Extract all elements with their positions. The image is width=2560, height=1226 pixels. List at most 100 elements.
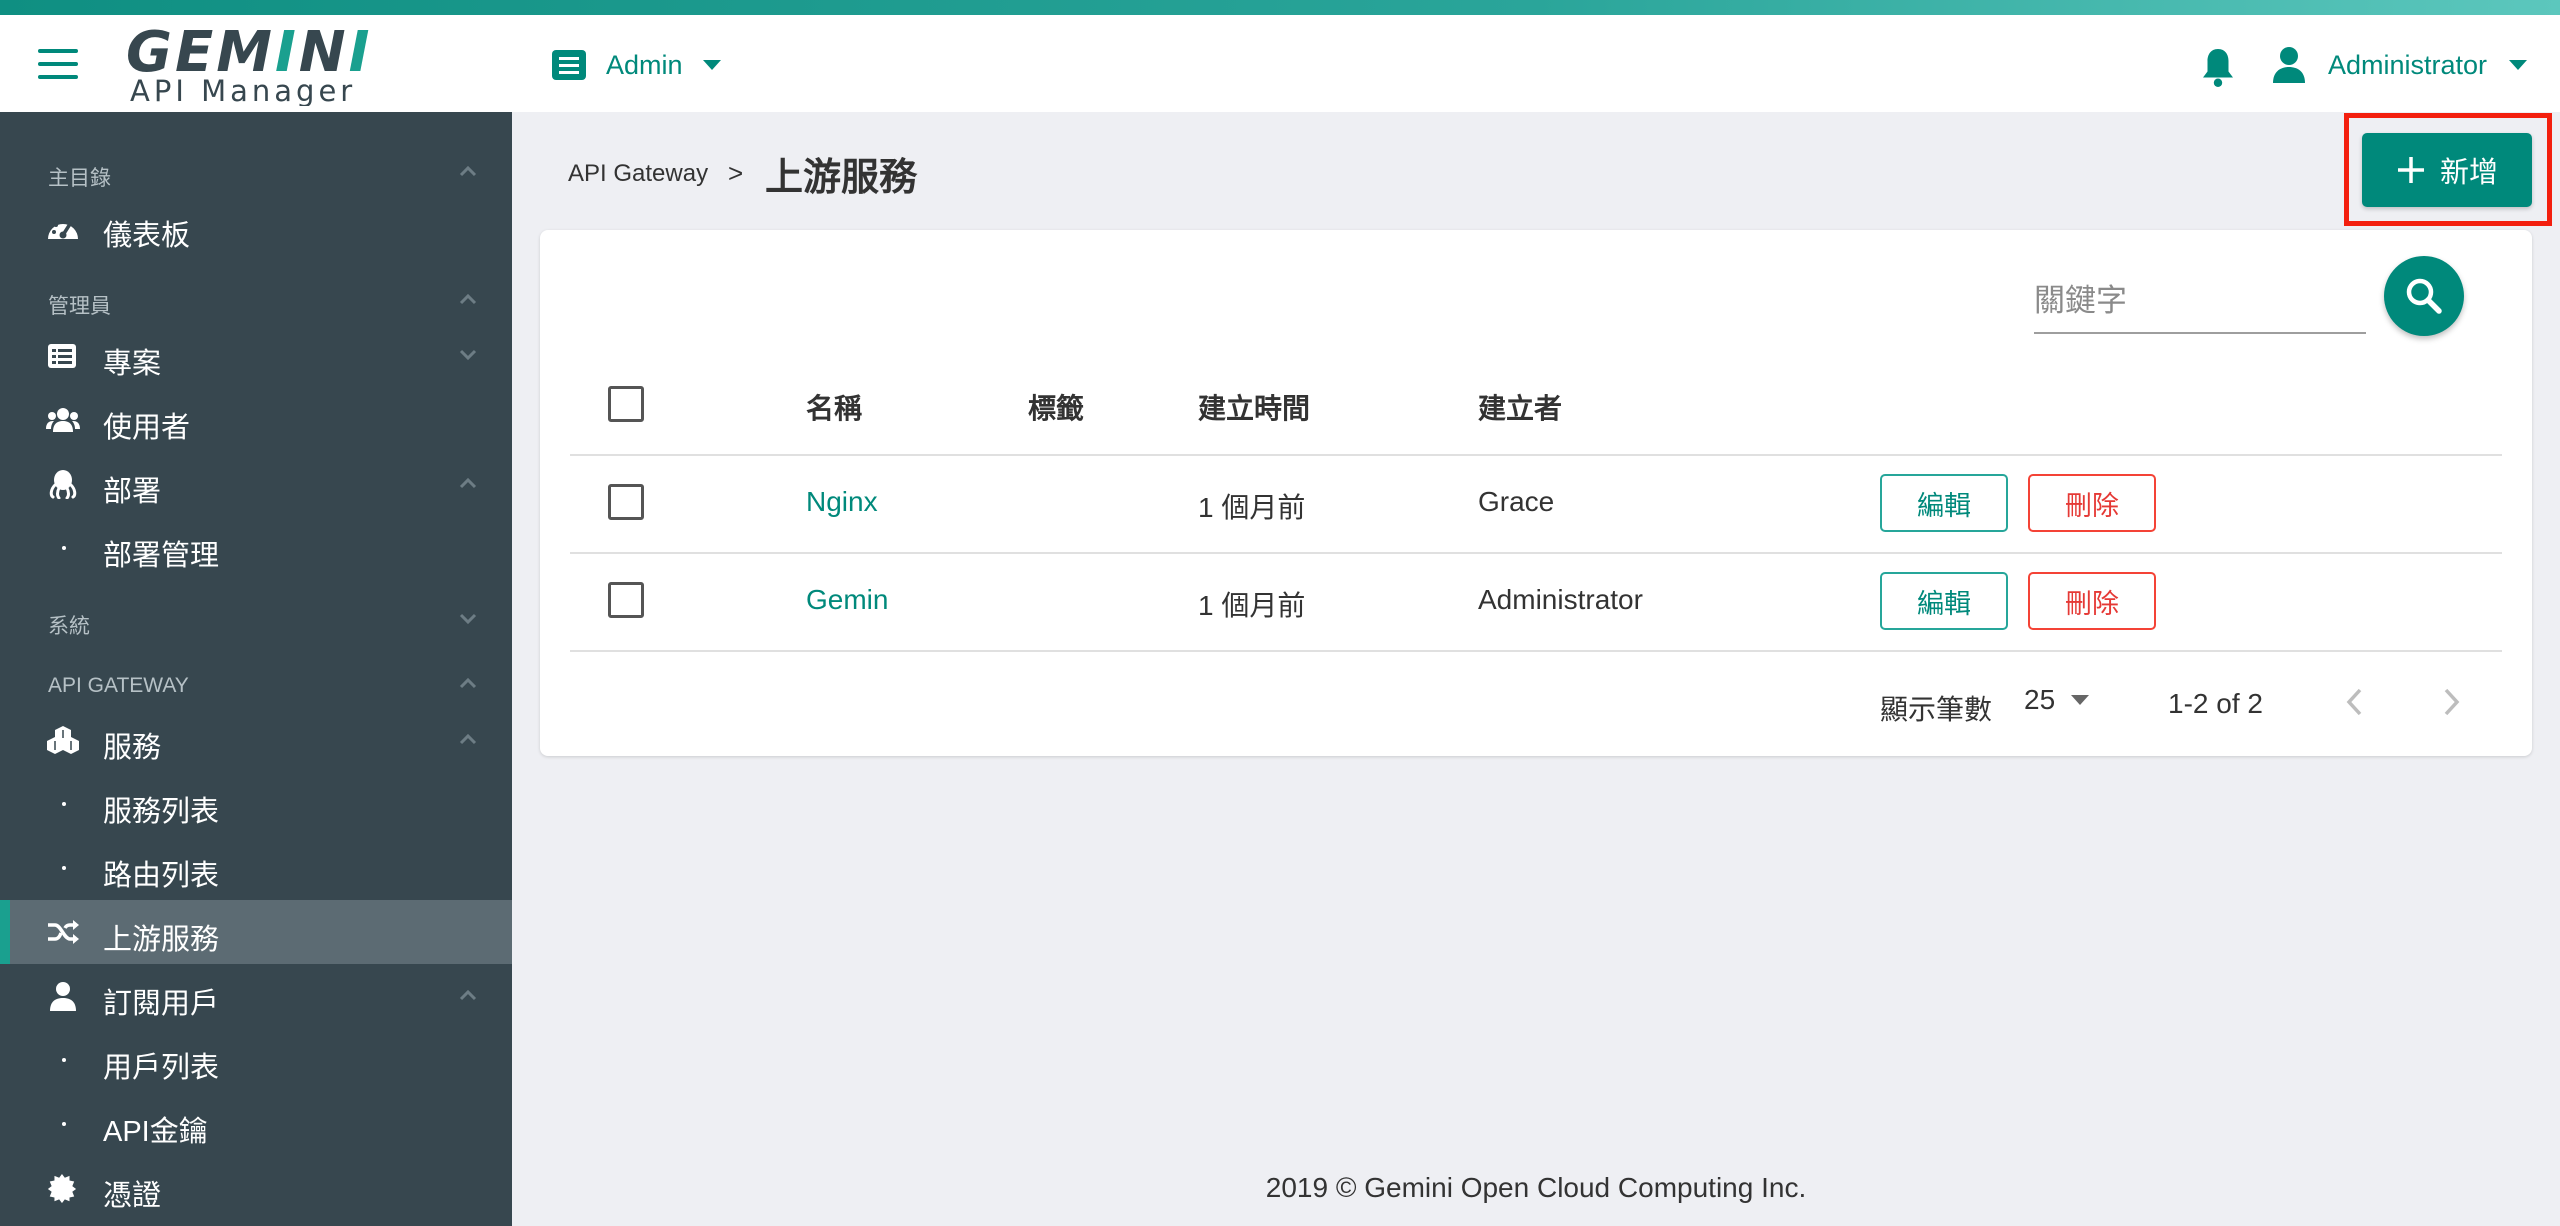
rows-per-page-label: 顯示筆數 xyxy=(1880,694,1993,725)
sidebar-item-label: 服務 xyxy=(103,732,162,764)
sidebar-item-dashboard[interactable]: 儀表板 xyxy=(0,196,512,260)
bullet-icon xyxy=(62,1058,66,1062)
app-logo[interactable]: GEMINI API Manager xyxy=(122,21,372,106)
sidebar-item-services[interactable]: 服務 xyxy=(0,708,512,772)
user-icon xyxy=(2273,47,2305,83)
chevron-down-icon xyxy=(459,349,477,361)
search-button[interactable] xyxy=(2384,256,2464,336)
user-icon xyxy=(50,982,76,1011)
plus-icon xyxy=(2397,157,2424,183)
sidebar-item-label: 部署 xyxy=(103,476,162,508)
breadcrumb-parent[interactable]: API Gateway xyxy=(568,160,708,188)
row-creator: Grace xyxy=(1478,486,1555,517)
bullet-icon xyxy=(62,1122,66,1126)
sidebar-item-subscriber-list[interactable]: 用戶列表 xyxy=(0,1028,512,1092)
column-header-tags[interactable]: 標籤 xyxy=(1028,387,1084,427)
sidebar-item-deploy-manage[interactable]: 部署管理 xyxy=(0,516,512,580)
svg-text:API Manager: API Manager xyxy=(130,74,356,106)
bullet-icon xyxy=(62,546,66,550)
sidebar-item-certificates[interactable]: 憑證 xyxy=(0,1156,512,1220)
sidebar-item-label: 用戶列表 xyxy=(103,1052,220,1084)
user-menu-label: Administrator xyxy=(2328,49,2488,80)
user-menu[interactable]: Administrator xyxy=(2272,43,2528,87)
row-creator: Administrator xyxy=(1478,584,1643,615)
chevron-down-icon xyxy=(459,613,477,625)
row-created: 1 個月前 xyxy=(1198,590,1306,621)
chevron-up-icon xyxy=(459,677,477,689)
caret-down-icon xyxy=(2509,60,2528,70)
caret-down-icon xyxy=(2071,695,2090,705)
chevron-left-icon[interactable] xyxy=(2340,682,2370,722)
sidebar-item-deploy[interactable]: 部署 xyxy=(0,452,512,516)
column-header-creator[interactable]: 建立者 xyxy=(1478,387,1562,427)
delete-button[interactable]: 刪除 xyxy=(2028,474,2156,532)
sidebar-item-label: 儀表板 xyxy=(103,220,191,252)
sidebar-section-system[interactable]: 系統 xyxy=(0,602,512,642)
upstream-table-card: 名稱 標籤 建立時間 建立者 Nginx 1 個月前 Grace 編輯 刪除 G… xyxy=(540,230,2532,756)
app-header: GEMINI API Manager Admin Administrator xyxy=(0,15,2560,112)
sidebar-item-upstream[interactable]: 上游服務 xyxy=(0,900,512,964)
chevron-up-icon xyxy=(459,293,477,305)
chevron-right-icon[interactable] xyxy=(2436,682,2466,722)
search-icon xyxy=(2406,278,2442,314)
divider xyxy=(570,454,2502,456)
edit-button[interactable]: 編輯 xyxy=(1880,474,2008,532)
bullet-icon xyxy=(62,802,66,806)
sidebar-section-api-gateway[interactable]: API GATEWAY xyxy=(0,666,512,706)
menu-icon[interactable] xyxy=(38,49,78,79)
sidebar-item-label: 服務列表 xyxy=(103,796,220,828)
column-header-name[interactable]: 名稱 xyxy=(806,387,862,427)
add-button-label: 新增 xyxy=(2439,157,2498,189)
select-all-checkbox[interactable] xyxy=(608,386,644,422)
sidebar-item-projects[interactable]: 專案 xyxy=(0,324,512,388)
bullet-icon xyxy=(62,866,66,870)
section-label: 主目錄 xyxy=(48,167,111,190)
bell-icon[interactable] xyxy=(2200,45,2236,89)
cubes-icon xyxy=(47,726,79,754)
sidebar-item-subscribers[interactable]: 訂閱用戶 xyxy=(0,964,512,1028)
divider xyxy=(570,552,2502,554)
shuffle-icon xyxy=(48,920,79,944)
logo-graphic: GEMINI API Manager xyxy=(126,21,370,106)
row-name-link[interactable]: Nginx xyxy=(806,486,878,518)
edit-button[interactable]: 編輯 xyxy=(1880,572,2008,630)
sidebar-item-route-list[interactable]: 路由列表 xyxy=(0,836,512,900)
chevron-up-icon xyxy=(459,989,477,1001)
sidebar-item-label: 使用者 xyxy=(103,412,191,444)
certificate-icon xyxy=(47,1173,77,1203)
breadcrumb-separator: > xyxy=(728,158,744,188)
project-selector[interactable]: Admin xyxy=(552,47,721,83)
sidebar-item-label: API金鑰 xyxy=(103,1116,208,1148)
sidebar-item-service-list[interactable]: 服務列表 xyxy=(0,772,512,836)
top-accent-bar xyxy=(0,0,2560,15)
column-header-created[interactable]: 建立時間 xyxy=(1198,387,1310,427)
section-label: 管理員 xyxy=(48,295,111,318)
chevron-up-icon xyxy=(459,165,477,177)
section-label: 系統 xyxy=(48,615,90,638)
row-name-link[interactable]: Gemin xyxy=(806,584,888,616)
chevron-up-icon xyxy=(459,477,477,489)
sidebar-section-main[interactable]: 主目錄 xyxy=(0,154,512,194)
sidebar-item-label: 部署管理 xyxy=(103,540,220,572)
octopus-icon xyxy=(49,470,77,499)
footer-copyright: 2019 © Gemini Open Cloud Computing Inc. xyxy=(1265,1172,1807,1203)
chevron-up-icon xyxy=(459,733,477,745)
add-button[interactable]: 新增 xyxy=(2362,133,2532,207)
sidebar-item-label: 路由列表 xyxy=(103,860,220,892)
sidebar-item-label: 上游服務 xyxy=(103,924,220,956)
sidebar-item-users[interactable]: 使用者 xyxy=(0,388,512,452)
list-icon xyxy=(48,344,76,368)
sidebar-item-label: 憑證 xyxy=(103,1180,162,1212)
row-checkbox[interactable] xyxy=(608,582,644,618)
rows-per-page-value: 25 xyxy=(2024,684,2056,715)
pagination-range: 1-2 of 2 xyxy=(2168,688,2263,719)
sidebar-section-manager[interactable]: 管理員 xyxy=(0,282,512,322)
rows-per-page-select[interactable]: 25 xyxy=(2024,684,2090,716)
row-checkbox[interactable] xyxy=(608,484,644,520)
search-input[interactable] xyxy=(2034,270,2366,334)
page-title: 上游服務 xyxy=(765,157,918,199)
divider xyxy=(570,650,2502,652)
sidebar-item-api-keys[interactable]: API金鑰 xyxy=(0,1092,512,1156)
caret-down-icon xyxy=(702,60,721,70)
delete-button[interactable]: 刪除 xyxy=(2028,572,2156,630)
